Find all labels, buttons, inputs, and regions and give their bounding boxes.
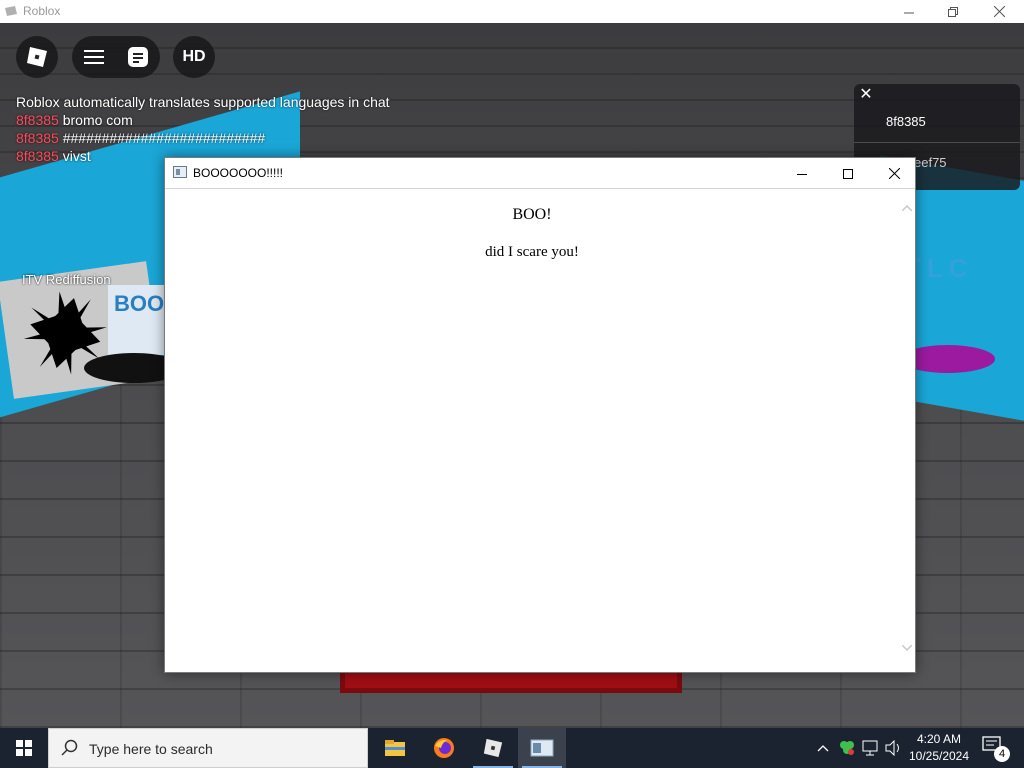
chat-username: 8f8385 xyxy=(16,130,59,146)
volume-button[interactable] xyxy=(884,738,904,758)
popup-titlebar[interactable]: BOOOOOOO!!!!! xyxy=(165,158,915,189)
chevron-up-icon xyxy=(817,745,829,752)
hd-button[interactable]: HD xyxy=(173,36,215,78)
chat-text: bromo com xyxy=(62,112,133,128)
firefox-icon xyxy=(434,738,454,758)
popup-maximize-button[interactable] xyxy=(825,158,871,189)
boo-message: did I scare you! xyxy=(485,244,579,260)
boo-heading: BOO! xyxy=(512,206,552,223)
app-window-icon xyxy=(530,739,554,757)
roblox-menu-button[interactable] xyxy=(16,36,58,78)
chat-notice: Roblox automatically translates supporte… xyxy=(16,94,390,110)
volume-icon xyxy=(885,740,899,756)
chat-text: vivst xyxy=(62,148,91,164)
chevron-down-icon xyxy=(902,645,912,651)
search-placeholder: Type here to search xyxy=(89,741,213,757)
maximize-icon xyxy=(843,168,853,179)
window-app-icon xyxy=(173,166,187,178)
chat-text: ########################## xyxy=(62,130,266,146)
close-icon xyxy=(888,168,900,179)
firefox-button[interactable] xyxy=(420,728,468,768)
boom-sign: BOOM xyxy=(108,285,182,355)
hd-label: HD xyxy=(182,48,206,65)
chat-message: 8f8385 bromo com xyxy=(16,111,416,129)
windows-logo-icon xyxy=(16,740,32,756)
restore-icon xyxy=(948,6,958,17)
notification-count-badge: 4 xyxy=(994,746,1010,762)
start-button[interactable] xyxy=(0,728,48,768)
roblox-taskbar-button[interactable] xyxy=(469,728,517,768)
clover-icon xyxy=(840,741,854,755)
popup-window: BOOOOOOO!!!!! BOO! did I scare you! xyxy=(164,157,916,673)
scroll-up-button[interactable] xyxy=(899,200,915,216)
chevron-up-icon xyxy=(902,205,912,211)
system-clock[interactable]: 4:20 AM 10/25/2024 xyxy=(906,731,972,765)
popup-close-button[interactable] xyxy=(871,158,917,189)
roblox-window-titlebar: Roblox xyxy=(0,0,1024,23)
chat-message: 8f8385 ########################## xyxy=(16,129,416,147)
minimize-icon xyxy=(797,173,807,175)
chat-log: Roblox automatically translates supporte… xyxy=(16,93,416,165)
chat-icon[interactable] xyxy=(127,46,149,68)
hamburger-menu-icon[interactable] xyxy=(83,48,105,66)
player-list-close-icon[interactable]: ✕ xyxy=(858,86,874,104)
roblox-icon xyxy=(483,738,503,758)
player-name[interactable]: eef75 xyxy=(914,155,947,170)
show-hidden-icons-button[interactable] xyxy=(813,738,833,758)
minimize-icon xyxy=(904,12,914,13)
search-icon xyxy=(61,739,78,756)
network-button[interactable] xyxy=(861,738,881,758)
scroll-down-button[interactable] xyxy=(899,640,915,656)
player-name[interactable]: 8f8385 xyxy=(886,114,926,129)
network-icon xyxy=(862,740,878,756)
minimize-button[interactable] xyxy=(886,0,932,23)
itv-sign-label: ITV Rediffusion xyxy=(22,272,111,287)
clock-time: 4:20 AM xyxy=(916,732,962,746)
close-window-button[interactable] xyxy=(976,0,1022,23)
chat-username: 8f8385 xyxy=(16,112,59,128)
tray-app-icon[interactable] xyxy=(837,738,857,758)
vertical-scrollbar[interactable] xyxy=(899,190,915,672)
divider xyxy=(854,142,1020,143)
close-icon xyxy=(993,6,1005,17)
restore-button[interactable] xyxy=(930,0,976,23)
popup-title: BOOOOOOO!!!!! xyxy=(193,166,284,180)
chat-username: 8f8385 xyxy=(16,148,59,164)
clock-date: 10/25/2024 xyxy=(908,749,970,763)
window-title: Roblox xyxy=(23,4,61,18)
roblox-logo-icon xyxy=(27,47,47,67)
taskbar: Type here to search 4:20 AM 10/25/2024 4 xyxy=(0,728,1024,768)
file-explorer-icon xyxy=(385,740,405,756)
taskbar-search[interactable]: Type here to search xyxy=(48,728,368,768)
popup-minimize-button[interactable] xyxy=(779,158,825,189)
popup-content: BOO! did I scare you! xyxy=(165,190,899,672)
roblox-app-icon xyxy=(5,6,17,16)
hud-menu-group xyxy=(72,36,160,78)
popup-taskbar-button[interactable] xyxy=(518,728,566,768)
action-center-button[interactable]: 4 xyxy=(982,736,1010,762)
right-signage: TLC xyxy=(905,253,974,283)
file-explorer-button[interactable] xyxy=(371,728,419,768)
